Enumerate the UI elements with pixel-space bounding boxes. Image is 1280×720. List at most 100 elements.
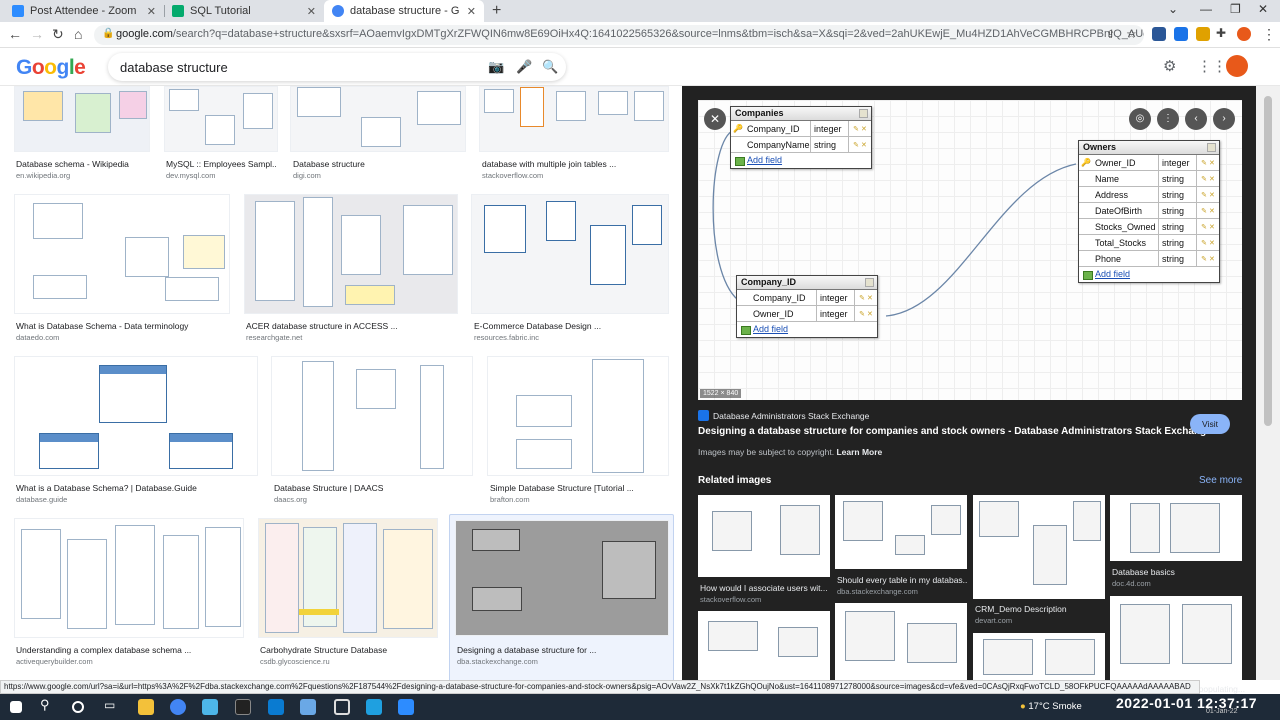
weather-widget[interactable]: ● 17°C Smoke — [1020, 701, 1082, 712]
related-title[interactable]: CRM_Demo Description — [975, 604, 1105, 614]
result-thumbnail[interactable] — [14, 518, 244, 638]
edit-icon[interactable]: ✎ ✕ — [1197, 191, 1219, 199]
tab-sql-tutorial[interactable]: SQL Tutorial ✕ — [164, 0, 324, 22]
restore-button[interactable]: ❐ — [1230, 2, 1241, 16]
visit-button[interactable]: Visit — [1190, 414, 1230, 434]
edit-icon[interactable]: ✎ ✕ — [855, 294, 877, 302]
google-logo[interactable]: Google — [16, 56, 86, 80]
related-thumbnail[interactable] — [835, 603, 967, 680]
result-title[interactable]: Database structure — [293, 159, 463, 169]
chrome-icon[interactable] — [170, 699, 186, 715]
edit-icon[interactable]: ✎ ✕ — [1197, 207, 1219, 215]
reload-icon[interactable]: ↻ — [52, 26, 64, 43]
result-title[interactable]: Simple Database Structure [Tutorial ... — [490, 483, 670, 493]
account-avatar[interactable] — [1226, 55, 1248, 77]
related-thumbnail[interactable] — [835, 495, 967, 569]
table-companies[interactable]: Companies 🔑 Company_ID integer ✎ ✕ CompanyN… — [730, 106, 872, 169]
new-tab-button[interactable]: + — [492, 2, 501, 20]
result-thumbnail[interactable] — [258, 518, 438, 638]
preview-title[interactable]: Designing a database structure for compa… — [698, 426, 1212, 437]
result-title[interactable]: Understanding a complex database schema … — [16, 645, 242, 655]
result-title[interactable]: MySQL :: Employees Sampl... — [166, 159, 276, 169]
result-title[interactable]: Designing a database structure for ... — [457, 645, 667, 655]
result-thumbnail[interactable] — [479, 86, 669, 152]
edit-icon[interactable]: ✎ ✕ — [855, 310, 877, 318]
app-icon[interactable] — [366, 699, 382, 715]
app-icon[interactable] — [300, 699, 316, 715]
3d-icon[interactable] — [334, 699, 350, 715]
search-icon[interactable]: 🔍 — [542, 59, 558, 75]
preview-source[interactable]: Database Administrators Stack Exchange — [698, 410, 869, 421]
search-box[interactable]: database structure 📷 🎤 🔍 — [108, 53, 566, 81]
related-thumbnail[interactable] — [698, 611, 830, 680]
close-window-button[interactable]: ✕ — [1258, 2, 1268, 16]
file-explorer-icon[interactable] — [138, 699, 154, 715]
address-bar[interactable]: 🔒 google.com/search?q=database+structure… — [94, 25, 1144, 45]
extension-icon[interactable] — [1196, 27, 1210, 41]
result-thumbnail[interactable] — [455, 520, 669, 636]
minimize-button[interactable]: — — [1200, 2, 1212, 16]
close-tab-icon[interactable]: ✕ — [467, 5, 476, 18]
close-tab-icon[interactable]: ✕ — [307, 5, 316, 18]
settings-gear-icon[interactable]: ⚙ — [1163, 57, 1176, 75]
related-thumbnail[interactable] — [973, 633, 1105, 680]
search-icon[interactable]: ⚲ — [40, 697, 56, 713]
add-field-link[interactable]: Add field — [737, 322, 877, 337]
extension-icon[interactable] — [1152, 27, 1166, 41]
cortana-icon[interactable] — [72, 701, 84, 713]
previous-arrow-icon[interactable]: ‹ — [1185, 108, 1207, 130]
browser-menu-icon[interactable]: ⋮ — [1262, 26, 1276, 43]
table-company-id[interactable]: Company_ID Company_ID integer ✎ ✕ Owner_ID… — [736, 275, 878, 338]
result-title[interactable]: database with multiple join tables ... — [482, 159, 662, 169]
related-thumbnail[interactable] — [973, 495, 1105, 599]
puzzle-extensions-icon[interactable]: ✚ — [1216, 26, 1226, 40]
forward-arrow-icon[interactable]: → — [30, 26, 44, 42]
page-scrollbar[interactable] — [1256, 86, 1280, 680]
profile-avatar[interactable] — [1237, 27, 1251, 41]
edit-icon[interactable]: ✎ ✕ — [1197, 223, 1219, 231]
lens-search-icon[interactable]: ◎ — [1129, 108, 1151, 130]
more-options-icon[interactable]: ⋮ — [1157, 108, 1179, 130]
result-title[interactable]: Database Structure | DAACS — [274, 483, 470, 493]
edit-icon[interactable]: ✎ ✕ — [1197, 255, 1219, 263]
result-thumbnail[interactable] — [14, 86, 150, 152]
result-thumbnail[interactable] — [14, 194, 230, 314]
related-title[interactable]: How would I associate users wit... — [700, 583, 830, 593]
bookmark-star-icon[interactable]: ☆ — [1126, 27, 1137, 41]
table-owners[interactable]: Owners 🔑 Owner_ID integer ✎ ✕ Name string ✎ ✕… — [1078, 140, 1220, 283]
result-thumbnail[interactable] — [164, 86, 278, 152]
edit-icon[interactable]: ✎ ✕ — [849, 141, 871, 149]
result-title[interactable]: What is Database Schema - Data terminolo… — [16, 321, 226, 331]
result-title[interactable]: Database schema - Wikipedia — [16, 159, 156, 169]
related-title[interactable]: Database basics — [1112, 567, 1242, 577]
preview-image[interactable]: Companies 🔑 Company_ID integer ✎ ✕ CompanyN… — [698, 100, 1242, 400]
related-thumbnail[interactable] — [1110, 495, 1242, 561]
share-icon[interactable]: ⇪ — [1106, 28, 1115, 41]
search-input[interactable]: database structure — [120, 60, 228, 75]
result-title[interactable]: Carbohydrate Structure Database — [260, 645, 440, 655]
vscode-icon[interactable] — [268, 699, 284, 715]
camera-icon[interactable]: 📷 — [488, 59, 504, 75]
edit-icon[interactable]: ✎ ✕ — [1197, 175, 1219, 183]
add-field-link[interactable]: Add field — [731, 153, 871, 168]
close-tab-icon[interactable]: ✕ — [147, 5, 156, 18]
close-preview-icon[interactable]: ✕ — [704, 108, 726, 130]
windows-start-icon[interactable] — [10, 701, 22, 713]
task-view-icon[interactable]: ▭ — [104, 698, 120, 714]
result-thumbnail[interactable] — [14, 356, 258, 476]
next-arrow-icon[interactable]: › — [1213, 108, 1235, 130]
tab-zoom[interactable]: Post Attendee - Zoom ✕ — [4, 0, 164, 22]
add-field-link[interactable]: Add field — [1079, 267, 1219, 282]
home-icon[interactable]: ⌂ — [74, 26, 82, 42]
tab-google-search[interactable]: database structure - Google Sear ✕ — [324, 0, 484, 22]
result-thumbnail[interactable] — [471, 194, 669, 314]
related-thumbnail[interactable] — [1110, 596, 1242, 680]
edit-icon[interactable]: ✎ ✕ — [849, 125, 871, 133]
learn-more-link[interactable]: Learn More — [836, 447, 882, 457]
edit-icon[interactable]: ✎ ✕ — [1197, 239, 1219, 247]
terminal-icon[interactable] — [235, 699, 251, 715]
related-thumbnail[interactable] — [698, 495, 830, 577]
scrollbar-thumb[interactable] — [1264, 96, 1272, 426]
microphone-icon[interactable]: 🎤 — [516, 59, 532, 75]
result-title[interactable]: What is a Database Schema? | Database.Gu… — [16, 483, 256, 493]
